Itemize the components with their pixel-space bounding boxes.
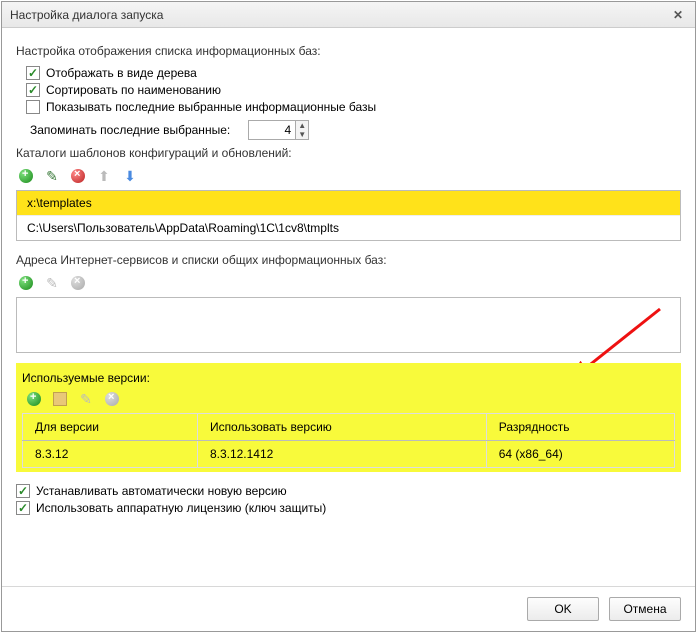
move-down-icon[interactable]: ⬇ — [122, 168, 138, 184]
col-for[interactable]: Для версии — [23, 414, 198, 441]
table-row[interactable]: 8.3.12 8.3.12.1412 64 (x86_64) — [23, 441, 675, 468]
delete-icon[interactable] — [70, 168, 86, 184]
content-area: Настройка отображения списка информацион… — [2, 28, 695, 586]
window-title: Настройка диалога запуска — [10, 8, 669, 22]
cell-arch: 64 (x86_64) — [486, 441, 674, 468]
remember-spinner[interactable]: ▲ ▼ — [248, 120, 309, 140]
versions-toolbar: ✎ — [26, 391, 675, 407]
services-section-title: Адреса Интернет-сервисов и списки общих … — [16, 253, 681, 267]
remember-row: Запоминать последние выбранные: ▲ ▼ — [30, 120, 681, 140]
templates-section-title: Каталоги шаблонов конфигураций и обновле… — [16, 146, 681, 160]
col-use[interactable]: Использовать версию — [197, 414, 486, 441]
save-icon[interactable] — [52, 391, 68, 407]
delete-icon — [104, 391, 120, 407]
remember-label: Запоминать последние выбранные: — [30, 123, 230, 137]
delete-icon — [70, 275, 86, 291]
cancel-button[interactable]: Отмена — [609, 597, 681, 621]
checkbox-hwlicense-label: Использовать аппаратную лицензию (ключ з… — [36, 501, 326, 515]
col-arch[interactable]: Разрядность — [486, 414, 674, 441]
list-item[interactable]: C:\Users\Пользователь\AppData\Roaming\1C… — [17, 216, 680, 240]
add-icon[interactable] — [18, 168, 34, 184]
checkbox-tree-label: Отображать в виде дерева — [46, 66, 197, 80]
move-up-icon[interactable]: ⬆ — [96, 168, 112, 184]
checkbox-autoupdate-label: Устанавливать автоматически новую версию — [36, 484, 287, 498]
add-icon[interactable] — [18, 275, 34, 291]
versions-section: Используемые версии: ✎ Для версии Исполь… — [16, 363, 681, 472]
checkbox-tree-row[interactable]: Отображать в виде дерева — [26, 66, 681, 80]
ok-button[interactable]: OK — [527, 597, 599, 621]
versions-table: Для версии Использовать версию Разряднос… — [22, 413, 675, 468]
close-icon[interactable]: ✕ — [669, 6, 687, 24]
checkbox-autoupdate-row[interactable]: Устанавливать автоматически новую версию — [16, 484, 681, 498]
edit-icon[interactable]: ✎ — [44, 168, 60, 184]
spinner-down-icon[interactable]: ▼ — [296, 130, 308, 139]
cell-for: 8.3.12 — [23, 441, 198, 468]
display-section-title: Настройка отображения списка информацион… — [16, 44, 681, 58]
cell-use: 8.3.12.1412 — [197, 441, 486, 468]
list-item[interactable]: x:\templates — [17, 191, 680, 216]
checkbox-recent-row[interactable]: Показывать последние выбранные информаци… — [26, 100, 681, 114]
checkbox-sort-label: Сортировать по наименованию — [46, 83, 221, 97]
bottom-checkboxes: Устанавливать автоматически новую версию… — [16, 484, 681, 515]
checkbox-sort[interactable] — [26, 83, 40, 97]
button-bar: OK Отмена — [2, 586, 695, 631]
checkbox-hwlicense[interactable] — [16, 501, 30, 515]
titlebar: Настройка диалога запуска ✕ — [2, 2, 695, 28]
checkbox-autoupdate[interactable] — [16, 484, 30, 498]
checkbox-hwlicense-row[interactable]: Использовать аппаратную лицензию (ключ з… — [16, 501, 681, 515]
checkbox-tree[interactable] — [26, 66, 40, 80]
edit-icon: ✎ — [78, 391, 94, 407]
versions-title: Используемые версии: — [22, 371, 675, 385]
services-list[interactable] — [16, 297, 681, 353]
spinner-up-icon[interactable]: ▲ — [296, 121, 308, 130]
templates-list[interactable]: x:\templates C:\Users\Пользователь\AppDa… — [16, 190, 681, 241]
checkbox-recent[interactable] — [26, 100, 40, 114]
remember-input[interactable] — [249, 121, 295, 139]
edit-icon: ✎ — [44, 275, 60, 291]
checkbox-sort-row[interactable]: Сортировать по наименованию — [26, 83, 681, 97]
checkbox-recent-label: Показывать последние выбранные информаци… — [46, 100, 376, 114]
services-toolbar: ✎ — [18, 275, 681, 291]
templates-toolbar: ✎ ⬆ ⬇ — [18, 168, 681, 184]
add-icon[interactable] — [26, 391, 42, 407]
dialog-window: Настройка диалога запуска ✕ Настройка от… — [1, 1, 696, 632]
